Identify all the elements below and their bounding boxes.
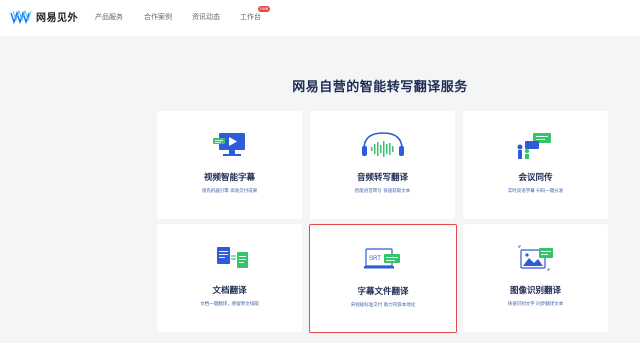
card-desc: 文档一键翻译，保留原文排版	[200, 302, 259, 307]
card-desc: 实时双语字幕 扫码一键分发	[507, 189, 564, 194]
conference-speaker-icon	[517, 133, 551, 159]
card-title: 字幕文件翻译	[357, 287, 409, 297]
service-card-video-subtitles[interactable]: 视频智能字幕 领先机器引擎 高效交付成果	[157, 111, 302, 219]
card-desc: 央视级标准交付 助力内容本地化	[350, 303, 416, 308]
page-headline: 网易自营的智能转写翻译服务	[292, 80, 468, 95]
brand-logo[interactable]: 网易见外	[10, 9, 78, 24]
image-recognition-icon	[518, 245, 553, 271]
card-desc: 快速识别文字 同步翻译文本	[507, 302, 564, 307]
top-nav: 网易见外 产品服务 合作案例 资讯动态 工作台 new	[0, 0, 640, 36]
service-card-document[interactable]: 文档翻译 文档一键翻译，保留原文排版	[157, 224, 302, 332]
nav-item-news[interactable]: 资讯动态	[192, 12, 220, 22]
service-card-subtitle-file[interactable]: SRT 字幕文件翻译 央视级标准交付 助力内容本地化	[309, 224, 457, 333]
card-title: 文档翻译	[212, 286, 247, 296]
service-card-conference[interactable]: 会议同传 实时双语字幕 扫码一键分发	[463, 111, 608, 219]
svg-text:SRT: SRT	[369, 256, 381, 262]
service-card-image-recognition[interactable]: 图像识别翻译 快速识别文字 同步翻译文本	[463, 224, 608, 332]
headphones-waveform-icon	[362, 132, 404, 157]
card-title: 会议同传	[518, 173, 553, 183]
card-title: 视频智能字幕	[203, 173, 255, 183]
nav-item-workbench[interactable]: 工作台	[240, 12, 261, 22]
srt-file-icon: SRT	[364, 248, 400, 269]
nav-item-products[interactable]: 产品服务	[95, 12, 123, 22]
card-desc: 领先机器引擎 高效交付成果	[201, 189, 258, 194]
new-badge: new	[258, 6, 271, 12]
service-card-audio-transcription[interactable]: 音频转写翻译 智能语音转写 快速获取文本	[310, 111, 455, 219]
document-translate-icon	[217, 247, 248, 268]
monitor-subtitle-icon	[213, 133, 245, 156]
nav-item-cases[interactable]: 合作案例	[144, 12, 172, 22]
brand-name: 网易见外	[36, 13, 78, 24]
waveform-logo-icon	[10, 9, 32, 24]
card-title: 音频转写翻译	[356, 173, 408, 183]
card-desc: 智能语音转写 快速获取文本	[354, 189, 411, 194]
card-title: 图像识别翻译	[509, 286, 561, 296]
